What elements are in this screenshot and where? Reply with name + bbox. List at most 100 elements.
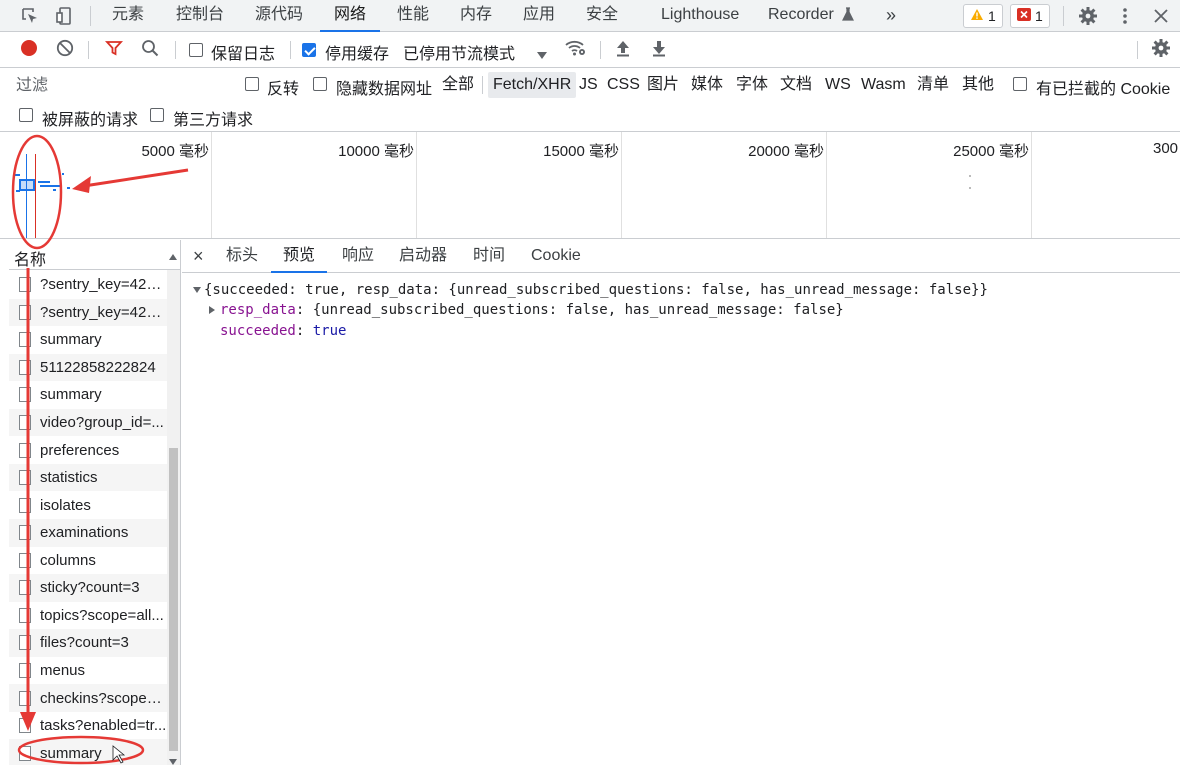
close-devtools-icon[interactable] xyxy=(1146,0,1176,32)
request-row[interactable]: preferences xyxy=(9,436,167,464)
more-tabs-button[interactable]: » xyxy=(886,0,896,32)
settings-gear-icon[interactable] xyxy=(1073,0,1103,32)
close-details-button[interactable]: × xyxy=(193,240,204,273)
tab-initiator[interactable]: 启动器 xyxy=(399,240,447,273)
request-row[interactable]: video?group_id=... xyxy=(9,408,167,437)
filter-type-other[interactable]: 其他 xyxy=(957,72,999,98)
request-row[interactable]: columns xyxy=(9,547,167,575)
divider xyxy=(290,41,291,59)
tab-elements[interactable]: 元素 xyxy=(112,0,144,32)
request-row[interactable]: checkins?scope=... xyxy=(9,684,167,712)
throttling-value: 已停用节流模式 xyxy=(403,46,516,63)
request-row[interactable]: sticky?count=3 xyxy=(9,574,167,602)
preserve-log-checkbox[interactable] xyxy=(189,43,203,57)
network-settings-button[interactable] xyxy=(1148,38,1174,62)
collapse-triangle-icon[interactable] xyxy=(193,287,201,293)
tab-response[interactable]: 响应 xyxy=(342,240,374,273)
request-row[interactable]: ?sentry_key=423... xyxy=(9,271,167,299)
tab-network[interactable]: 网络 xyxy=(320,0,381,32)
third-party-label: 第三方请求 xyxy=(173,112,254,129)
more-options-icon[interactable] xyxy=(1110,0,1140,32)
filter-icon xyxy=(104,39,124,61)
hide-data-urls-checkbox[interactable] xyxy=(313,77,327,91)
request-row[interactable]: topics?scope=all... xyxy=(9,602,167,630)
request-bar xyxy=(38,181,50,183)
request-row[interactable]: summary xyxy=(9,381,167,409)
selected-request-box xyxy=(19,179,35,191)
tab-headers[interactable]: 标头 xyxy=(226,240,258,273)
clear-button[interactable] xyxy=(52,38,78,62)
tab-security[interactable]: 安全 xyxy=(586,0,618,32)
filter-type-media[interactable]: 媒体 xyxy=(686,72,728,98)
expand-triangle-icon[interactable] xyxy=(209,306,215,314)
filter-type-css[interactable]: CSS xyxy=(602,72,645,98)
tab-sources[interactable]: 源代码 xyxy=(255,0,303,32)
filter-input[interactable] xyxy=(10,74,228,98)
request-row[interactable]: summary xyxy=(9,326,167,354)
blocked-requests-checkbox[interactable] xyxy=(19,108,33,122)
request-row[interactable]: summary xyxy=(9,739,167,765)
timeline-tick: 10000 毫秒 xyxy=(338,143,414,160)
filter-type-doc[interactable]: 文档 xyxy=(775,72,817,98)
divider xyxy=(482,76,483,94)
tab-console[interactable]: 控制台 xyxy=(176,0,224,32)
divider xyxy=(1137,41,1138,59)
throttling-select[interactable]: 已停用节流模式 xyxy=(403,32,553,68)
filter-type-wasm[interactable]: Wasm xyxy=(856,72,911,98)
scrollbar-thumb[interactable] xyxy=(169,448,178,751)
tab-preview[interactable]: 预览 xyxy=(271,240,328,273)
gear-icon xyxy=(1151,38,1171,62)
import-har-button[interactable] xyxy=(610,38,636,62)
request-row[interactable]: examinations xyxy=(9,518,167,547)
request-name: preferences xyxy=(40,441,120,459)
preview-resp-data-row[interactable]: resp_data: {unread_subscribed_questions:… xyxy=(220,302,844,318)
file-icon xyxy=(19,277,31,293)
tab-application[interactable]: 应用 xyxy=(523,0,555,32)
file-icon xyxy=(19,304,31,320)
tab-performance[interactable]: 性能 xyxy=(397,0,429,32)
blocked-cookies-checkbox[interactable] xyxy=(1013,77,1027,91)
request-list: 名称 ?sentry_key=423... ?sentry_key=423... s… xyxy=(9,240,181,765)
tab-cookies[interactable]: Cookie xyxy=(531,240,581,273)
network-overview-timeline[interactable]: 5000 毫秒 10000 毫秒 15000 毫秒 20000 毫秒 25000… xyxy=(0,132,1180,239)
tab-lighthouse[interactable]: Lighthouse xyxy=(661,0,739,32)
request-row[interactable]: statistics xyxy=(9,463,167,492)
preview-succeeded-row[interactable]: succeeded: true xyxy=(220,323,346,339)
request-row[interactable]: menus xyxy=(9,657,167,685)
network-conditions-button[interactable] xyxy=(563,38,589,62)
request-row[interactable]: files?count=3 xyxy=(9,629,167,657)
filter-type-img[interactable]: 图片 xyxy=(642,72,684,98)
request-list-header[interactable]: 名称 xyxy=(9,240,180,270)
tab-timing[interactable]: 时间 xyxy=(473,240,505,273)
request-row[interactable]: tasks?enabled=tr... xyxy=(9,712,167,740)
filter-type-ws[interactable]: WS xyxy=(820,72,856,98)
request-name: checkins?scope=... xyxy=(40,689,167,707)
record-button[interactable] xyxy=(16,38,42,62)
filter-type-manifest[interactable]: 清单 xyxy=(912,72,954,98)
tab-memory[interactable]: 内存 xyxy=(460,0,492,32)
third-party-checkbox[interactable] xyxy=(150,108,164,122)
invert-checkbox[interactable] xyxy=(245,77,259,91)
filter-type-js[interactable]: JS xyxy=(574,72,603,98)
tab-recorder[interactable]: Recorder xyxy=(768,0,855,32)
export-har-button[interactable] xyxy=(646,38,672,62)
disable-cache-checkbox[interactable] xyxy=(302,43,316,57)
search-button[interactable] xyxy=(137,38,163,62)
warnings-badge[interactable]: 1 xyxy=(963,4,1003,28)
request-row[interactable]: ?sentry_key=423... xyxy=(9,298,167,327)
inspect-element-icon[interactable] xyxy=(15,0,45,32)
filter-type-font[interactable]: 字体 xyxy=(731,72,773,98)
filter-toggle-button[interactable] xyxy=(101,38,127,62)
filter-type-all[interactable]: 全部 xyxy=(437,72,479,98)
filter-type-fetch-xhr[interactable]: Fetch/XHR xyxy=(488,72,577,98)
scroll-up-arrow-icon[interactable] xyxy=(169,247,177,264)
request-row[interactable]: 51122858222824 xyxy=(9,353,167,382)
request-bar xyxy=(40,185,62,187)
request-row[interactable]: isolates xyxy=(9,491,167,519)
scroll-down-arrow-icon[interactable] xyxy=(169,752,177,765)
preview-root-object[interactable]: {succeeded: true, resp_data: {unread_sub… xyxy=(204,282,988,298)
request-name: columns xyxy=(40,551,96,569)
divider xyxy=(1063,6,1064,26)
errors-badge[interactable]: 1 xyxy=(1010,4,1050,28)
device-toolbar-icon[interactable] xyxy=(49,0,79,32)
